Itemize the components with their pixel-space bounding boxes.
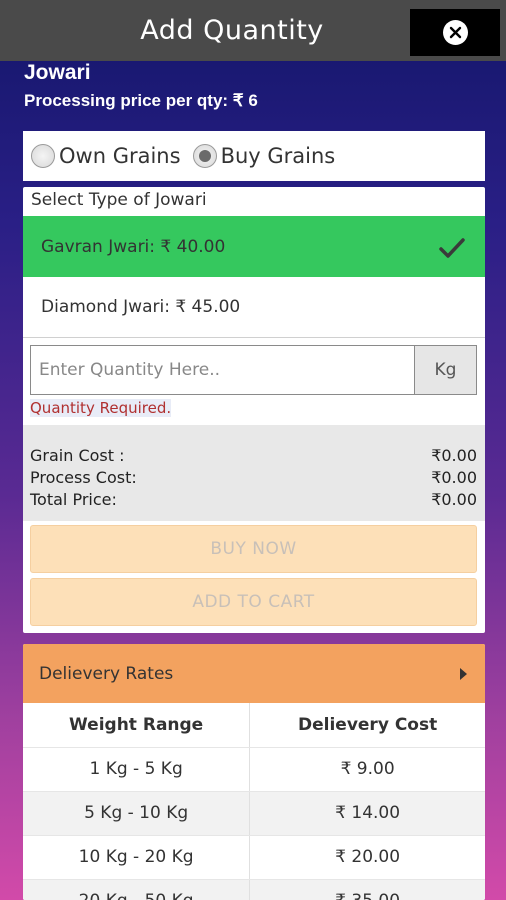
jowari-option-gavran[interactable]: Gavran Jwari: ₹ 40.00 (23, 216, 485, 277)
price-summary: Grain Cost : ₹0.00 Process Cost: ₹0.00 T… (23, 425, 485, 521)
jowari-option-diamond[interactable]: Diamond Jwari: ₹ 45.00 (23, 277, 485, 338)
radio-unchecked-icon[interactable] (31, 144, 55, 168)
jowari-type-label: Select Type of Jowari (31, 190, 207, 210)
total-price-value: ₹0.00 (431, 490, 477, 509)
order-card: Select Type of Jowari Gavran Jwari: ₹ 40… (23, 187, 485, 633)
radio-checked-icon[interactable] (192, 144, 217, 168)
close-button[interactable] (410, 9, 500, 56)
delivery-rates-title: Delievery Rates (39, 663, 174, 684)
page-title: Add Quantity (140, 15, 324, 46)
buy-now-button[interactable]: BUY NOW (30, 525, 477, 573)
grain-cost-label: Grain Cost : (30, 446, 125, 465)
radio-own-grains-label: Own Grains (59, 144, 181, 168)
quantity-error: Quantity Required. (30, 399, 172, 417)
total-price-row: Total Price: ₹0.00 (30, 489, 477, 511)
radio-buy-grains-label: Buy Grains (220, 144, 336, 168)
total-price-label: Total Price: (30, 490, 117, 509)
delivery-cost-cell: ₹ 35.00 (249, 879, 485, 900)
table-row: 10 Kg - 20 Kg ₹ 20.00 (23, 835, 485, 880)
weight-range-cell: 5 Kg - 10 Kg (23, 791, 251, 836)
delivery-cost-cell: ₹ 20.00 (249, 835, 485, 880)
weight-range-cell: 1 Kg - 5 Kg (23, 747, 251, 792)
jowari-option-label: Gavran Jwari: ₹ 40.00 (41, 236, 226, 257)
table-row: 20 Kg - 50 Kg ₹ 35.00 (23, 879, 485, 900)
radio-own-grains[interactable]: Own Grains (31, 144, 181, 168)
close-icon[interactable] (442, 20, 468, 45)
grain-cost-row: Grain Cost : ₹0.00 (30, 445, 477, 467)
process-cost-label: Process Cost: (30, 468, 137, 487)
delivery-cost-cell: ₹ 9.00 (249, 747, 485, 792)
delivery-rates-header[interactable]: Delievery Rates (23, 644, 485, 703)
processing-price: Processing price per qty: ₹ 6 (24, 91, 258, 110)
column-header: Delievery Cost (249, 703, 485, 748)
weight-range-cell: 20 Kg - 50 Kg (23, 879, 251, 900)
table-row: 1 Kg - 5 Kg ₹ 9.00 (23, 747, 485, 792)
column-header: Weight Range (23, 703, 251, 748)
add-to-cart-button[interactable]: ADD TO CART (30, 578, 477, 626)
delivery-rates-card: Delievery Rates Weight Range Delievery C… (23, 644, 485, 900)
grain-cost-value: ₹0.00 (431, 446, 477, 465)
jowari-option-label: Diamond Jwari: ₹ 45.00 (41, 297, 241, 317)
quantity-field-group: Kg (30, 345, 477, 395)
process-cost-row: Process Cost: ₹0.00 (30, 467, 477, 489)
top-bar: Add Quantity (0, 0, 506, 61)
process-cost-value: ₹0.00 (431, 468, 477, 487)
delivery-rates-table: Weight Range Delievery Cost 1 Kg - 5 Kg … (23, 703, 485, 900)
product-name: Jowari (24, 61, 91, 84)
quantity-input[interactable] (31, 346, 414, 394)
grain-source-selector: Own Grains Buy Grains (23, 131, 485, 181)
weight-range-cell: 10 Kg - 20 Kg (23, 835, 251, 880)
delivery-cost-cell: ₹ 14.00 (249, 791, 485, 836)
caret-right-icon (459, 665, 467, 685)
table-row: 5 Kg - 10 Kg ₹ 14.00 (23, 791, 485, 836)
checkmark-icon (439, 238, 465, 263)
unit-label: Kg (414, 346, 476, 394)
radio-buy-grains[interactable]: Buy Grains (192, 144, 336, 168)
